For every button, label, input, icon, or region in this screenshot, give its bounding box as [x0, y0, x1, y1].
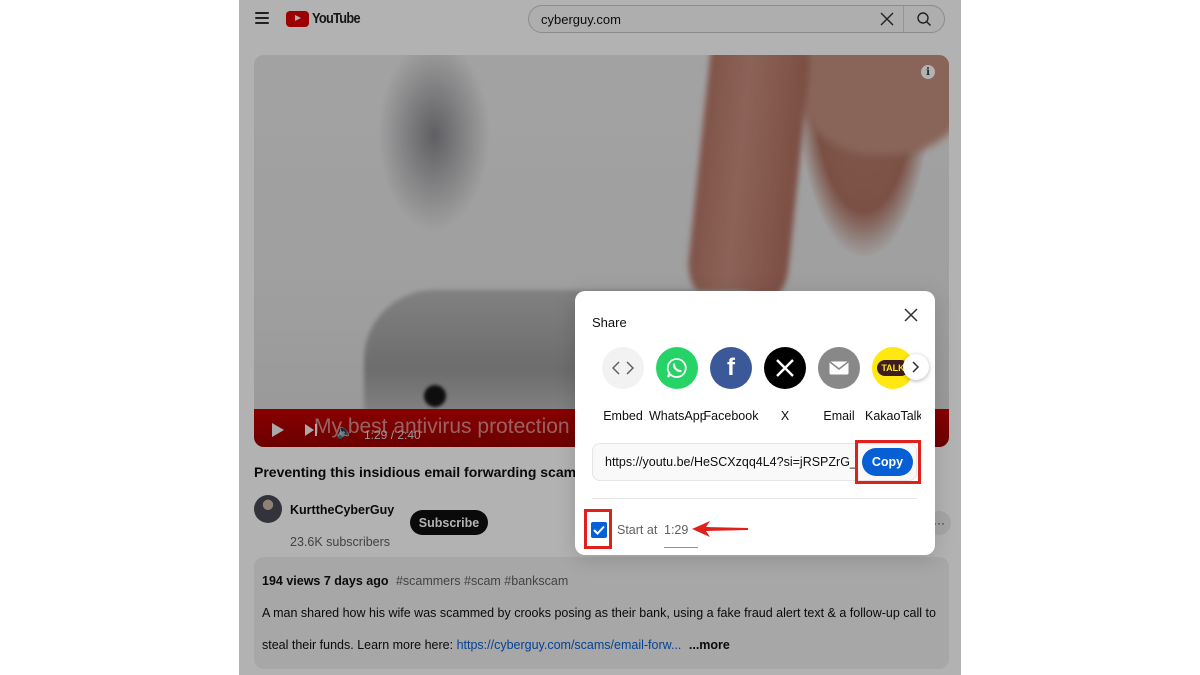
- share-target-whatsapp[interactable]: WhatsApp: [649, 347, 705, 423]
- show-more-button[interactable]: ...more: [689, 638, 730, 652]
- start-at-label: Start at: [617, 523, 658, 537]
- share-target-label: Email: [823, 409, 855, 423]
- close-dialog-button[interactable]: [899, 303, 923, 327]
- search-bar: [528, 5, 945, 33]
- info-icon[interactable]: i: [921, 65, 935, 79]
- x-logo-icon: [764, 347, 806, 389]
- masthead: YouTube: [239, 0, 961, 38]
- copy-button[interactable]: Copy: [862, 448, 913, 476]
- description-text-line2: steal their funds. Learn more here: http…: [262, 638, 730, 652]
- share-target-label: Embed: [603, 409, 643, 423]
- youtube-play-logo-icon: [286, 10, 309, 27]
- scroll-right-button[interactable]: [903, 354, 929, 380]
- search-icon: [917, 12, 932, 27]
- view-count-date: 194 views 7 days ago: [262, 574, 389, 588]
- share-target-label: WhatsApp: [649, 409, 705, 423]
- volume-icon[interactable]: 🔈: [336, 423, 353, 440]
- share-dialog-title: Share: [592, 315, 627, 330]
- video-frame-phone-port: [424, 385, 446, 407]
- hashtags[interactable]: #scammers #scam #bankscam: [396, 574, 568, 588]
- share-dialog: Share Embed WhatsApp f Facebook X Email …: [575, 291, 935, 555]
- description-box[interactable]: 194 views 7 days ago #scammers #scam #ba…: [254, 557, 949, 669]
- play-icon[interactable]: [272, 423, 284, 437]
- share-target-label: X: [780, 409, 790, 423]
- search-input[interactable]: [529, 6, 870, 32]
- start-at-checkbox[interactable]: [591, 522, 607, 538]
- channel-name[interactable]: KurttheCyberGuy: [290, 503, 394, 517]
- video-title: Preventing this insidious email forwardi…: [254, 464, 601, 480]
- description-meta: 194 views 7 days ago #scammers #scam #ba…: [262, 574, 568, 588]
- youtube-logo[interactable]: YouTube: [286, 10, 368, 27]
- clear-search-button[interactable]: [870, 6, 904, 32]
- time-display: 1:29 / 2:40: [364, 428, 421, 442]
- whatsapp-icon: [656, 347, 698, 389]
- close-icon: [880, 12, 893, 26]
- share-target-embed[interactable]: Embed: [595, 347, 651, 423]
- start-at-time-underline: [664, 547, 698, 548]
- email-icon: [818, 347, 860, 389]
- hamburger-menu-icon[interactable]: [255, 12, 269, 24]
- subscribe-button[interactable]: Subscribe: [410, 510, 488, 535]
- screenshot-stage: YouTube i My best antivirus protection p: [0, 0, 1200, 675]
- video-overlay-title: My best antivirus protection pi: [314, 415, 592, 438]
- share-target-email[interactable]: Email: [811, 347, 867, 423]
- share-target-label: Facebook: [703, 409, 759, 423]
- checkmark-icon: [593, 525, 605, 535]
- description-link[interactable]: https://cyberguy.com/scams/email-forw...: [457, 638, 682, 652]
- next-video-icon[interactable]: [304, 423, 318, 437]
- description-text-line1: A man shared how his wife was scammed by…: [262, 606, 936, 620]
- chevron-right-icon: [912, 361, 920, 373]
- close-icon: [904, 308, 918, 322]
- description-text: steal their funds. Learn more here:: [262, 638, 457, 652]
- subscriber-count: 23.6K subscribers: [290, 535, 391, 549]
- embed-icon: [602, 347, 644, 389]
- share-targets-row: Embed WhatsApp f Facebook X Email TALK K…: [595, 347, 935, 427]
- channel-avatar[interactable]: [254, 495, 282, 523]
- start-at-time-input[interactable]: 1:29: [664, 523, 688, 537]
- facebook-icon: f: [710, 347, 752, 389]
- search-button[interactable]: [904, 6, 944, 32]
- share-target-facebook[interactable]: f Facebook: [703, 347, 759, 423]
- share-target-label: KakaoTalk: [865, 409, 921, 423]
- share-target-x[interactable]: X: [757, 347, 813, 423]
- divider: [592, 498, 917, 499]
- share-url[interactable]: https://youtu.be/HeSCXzqq4L4?si=jRSPZrG_: [605, 455, 855, 469]
- logo-text: YouTube: [312, 10, 361, 27]
